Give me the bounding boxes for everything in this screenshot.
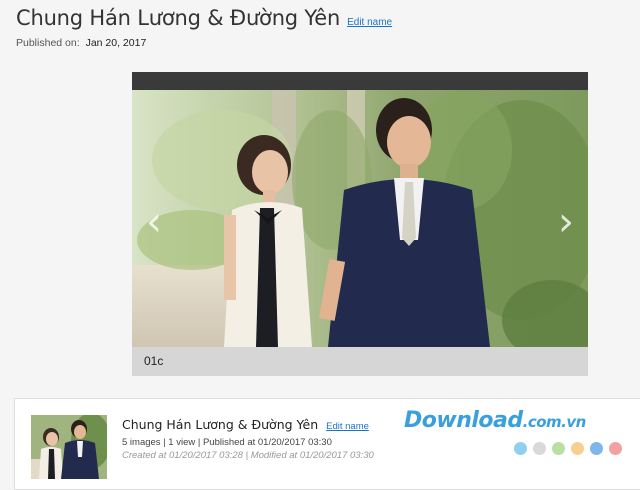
chevron-left-icon[interactable]: ‹: [140, 199, 168, 245]
watermark-dot: [590, 442, 603, 455]
watermark-dot: [514, 442, 527, 455]
watermark-dot: [552, 442, 565, 455]
album-title: Chung Hán Lương & Đường Yên: [16, 6, 341, 30]
photo-slideshow[interactable]: ‹ › 01c: [132, 72, 588, 376]
edit-name-link[interactable]: Edit name: [347, 17, 392, 28]
slide-caption: 01c: [144, 354, 164, 368]
album-card-title[interactable]: Chung Hán Lương & Đường Yên: [122, 417, 318, 432]
watermark-dot: [571, 442, 584, 455]
title-row: Chung Hán Lương & Đường Yên Edit name: [16, 6, 392, 30]
published-date: Jan 20, 2017: [85, 37, 147, 49]
album-card-dates: Created at 01/20/2017 03:28 | Modified a…: [122, 450, 374, 461]
watermark-text: Download.com.vn: [404, 408, 586, 433]
watermark-brand: Download: [404, 408, 523, 433]
album-card-title-row: Chung Hán Lương & Đường Yên Edit name: [122, 417, 374, 432]
album-thumbnail[interactable]: [31, 415, 107, 479]
album-header: Chung Hán Lương & Đường Yên Edit name Pu…: [16, 6, 392, 49]
watermark-suffix: .com.vn: [522, 413, 587, 431]
slide-caption-bar: 01c: [132, 347, 588, 376]
slideshow-top-bar: [132, 72, 588, 90]
published-line: Published on: Jan 20, 2017: [16, 37, 392, 49]
album-card-info: Chung Hán Lương & Đường Yên Edit name 5 …: [122, 417, 374, 461]
album-card-edit-name-link[interactable]: Edit name: [326, 421, 369, 432]
slide-photo: [132, 90, 588, 347]
watermark-dots: [514, 442, 622, 455]
watermark-dot: [533, 442, 546, 455]
download-watermark-logo: Download.com.vn: [404, 408, 640, 475]
published-label: Published on:: [16, 37, 80, 49]
chevron-right-icon[interactable]: ›: [552, 199, 580, 245]
watermark-dot: [609, 442, 622, 455]
album-card-meta: 5 images | 1 view | Published at 01/20/2…: [122, 437, 332, 448]
